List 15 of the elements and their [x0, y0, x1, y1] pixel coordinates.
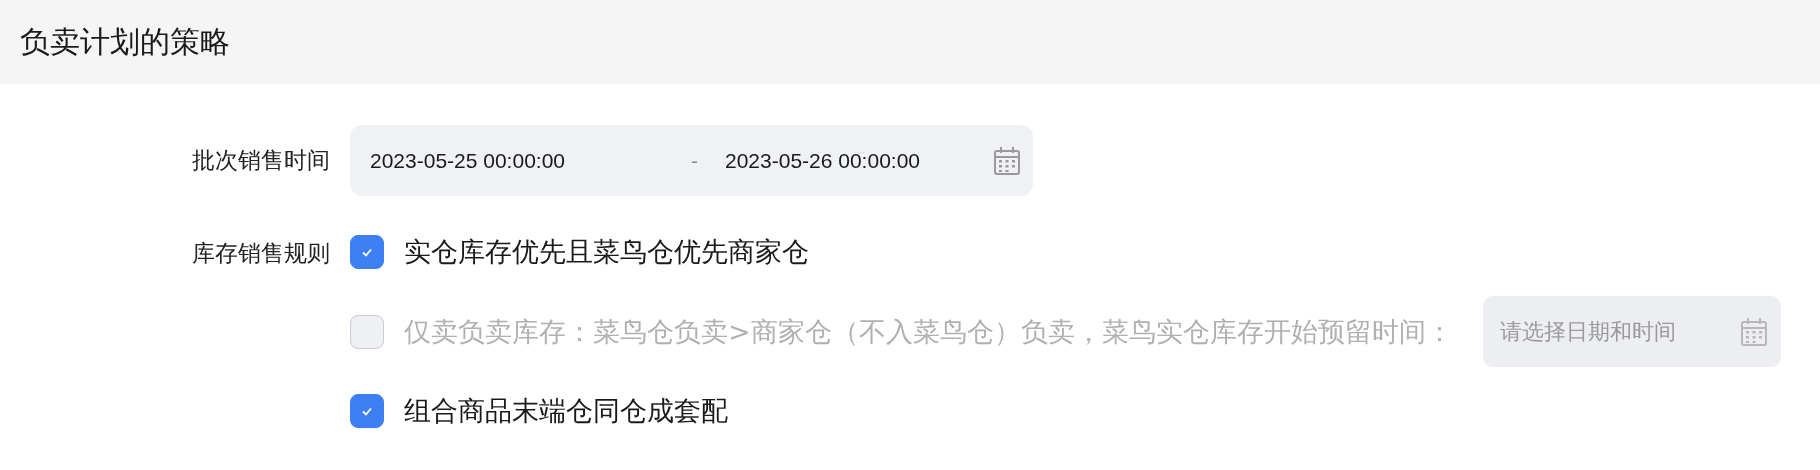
checkbox[interactable]	[350, 394, 384, 428]
checkbox-label: 实仓库存优先且菜鸟仓优先商家仓	[404, 235, 809, 269]
date-range-field[interactable]: 2023-05-25 00:00:00 - 2023-05-26 00:00:00	[350, 125, 1033, 196]
range-separator: -	[691, 148, 699, 173]
checkbox-label: 组合商品末端仓同仓成套配	[404, 394, 728, 428]
field-label: 库存销售规则	[192, 239, 330, 268]
checkbox-label: 仅卖负卖库存：菜鸟仓负卖>商家仓（不入菜鸟仓）负卖，菜鸟实仓库存开始预留时间：	[404, 314, 1453, 349]
checkbox[interactable]	[350, 235, 384, 269]
end-date: 2023-05-26 00:00:00	[725, 148, 920, 173]
start-date: 2023-05-25 00:00:00	[370, 148, 566, 173]
section-title: 负卖计划的策略	[20, 22, 230, 61]
date-time-placeholder: 请选择日期和时间	[1499, 317, 1676, 346]
calendar-icon	[993, 145, 1021, 176]
calendar-icon	[1739, 316, 1768, 347]
field-label: 批次销售时间	[192, 146, 330, 175]
